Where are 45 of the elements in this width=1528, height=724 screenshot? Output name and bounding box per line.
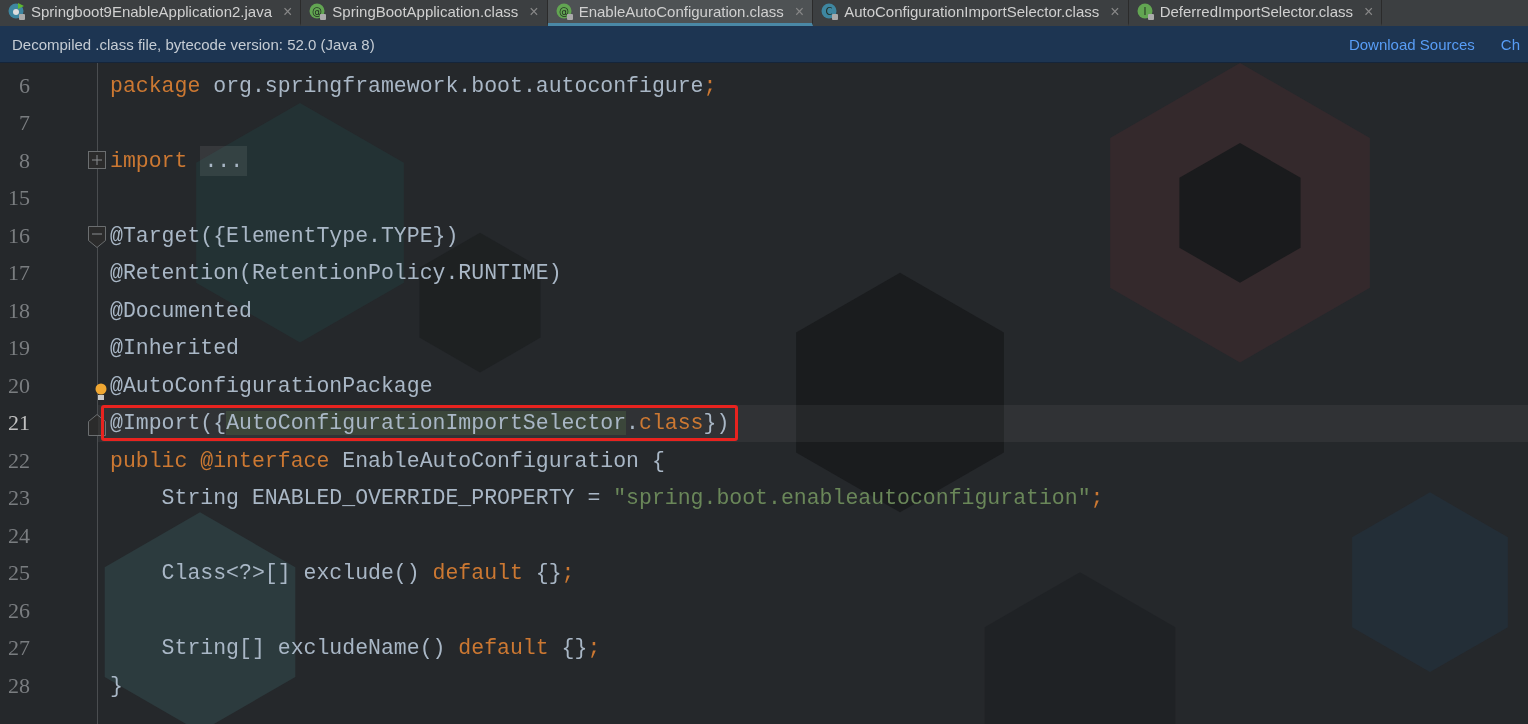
file-type-icon: I xyxy=(1136,2,1155,21)
info-message: Decompiled .class file, bytecode version: 52.0 (Java 8) xyxy=(12,35,376,53)
file-type-icon: @ xyxy=(555,2,574,21)
line-number: 23 xyxy=(7,485,30,512)
code-line: import ... xyxy=(110,145,248,176)
code-line: package org.springframework.boot.autoconfigure; xyxy=(110,72,717,100)
close-icon[interactable]: × xyxy=(283,2,293,21)
line-number: 22 xyxy=(7,447,30,474)
line-number: 20 xyxy=(7,372,30,399)
editor-tab[interactable]: @ EnableAutoConfiguration.class × xyxy=(547,0,814,26)
line-number: 7 xyxy=(18,110,30,137)
line-number: 19 xyxy=(7,335,30,362)
fold-collapse-icon[interactable] xyxy=(88,226,106,248)
code-line: @Documented xyxy=(110,297,252,325)
fold-expand-icon[interactable] xyxy=(88,151,106,169)
code-line: String[] excludeName() default {}; xyxy=(160,635,601,663)
code-line: } xyxy=(110,672,123,700)
line-number: 27 xyxy=(7,635,30,662)
code-line: public @interface EnableAutoConfiguration { xyxy=(110,447,665,475)
line-number: 16 xyxy=(7,222,30,249)
code-line: @Retention(RetentionPolicy.RUNTIME) xyxy=(110,260,562,288)
code-line: String ENABLED_OVERRIDE_PROPERTY = "spring.boot.enableautoconfiguration"; xyxy=(160,485,1104,513)
file-type-icon: @ xyxy=(309,2,328,21)
line-number: 21 xyxy=(7,410,30,437)
code-line: @Target({ElementType.TYPE}) xyxy=(110,222,459,250)
file-type-icon: C xyxy=(821,2,840,21)
run-config-icon xyxy=(8,2,26,21)
close-icon[interactable]: × xyxy=(1364,2,1374,21)
line-number: 6 xyxy=(18,72,30,99)
line-number: 28 xyxy=(7,672,30,699)
code-line: @Inherited xyxy=(110,335,240,363)
code-line: Class<?>[] exclude() default {}; xyxy=(160,560,575,588)
line-number: 24 xyxy=(7,522,30,549)
info-link[interactable]: Download Sources xyxy=(1348,35,1475,53)
lightbulb-icon[interactable] xyxy=(95,383,107,401)
line-number: 8 xyxy=(18,147,30,174)
close-icon[interactable]: × xyxy=(1110,2,1120,21)
info-link[interactable]: Ch xyxy=(1500,35,1520,53)
line-number: 26 xyxy=(7,597,30,624)
line-number: 18 xyxy=(7,297,30,324)
close-icon[interactable]: × xyxy=(529,2,539,21)
code-line: @AutoConfigurationPackage xyxy=(110,372,433,400)
line-number: 15 xyxy=(7,185,30,212)
line-number: 25 xyxy=(7,560,30,587)
line-number: 17 xyxy=(7,260,30,287)
